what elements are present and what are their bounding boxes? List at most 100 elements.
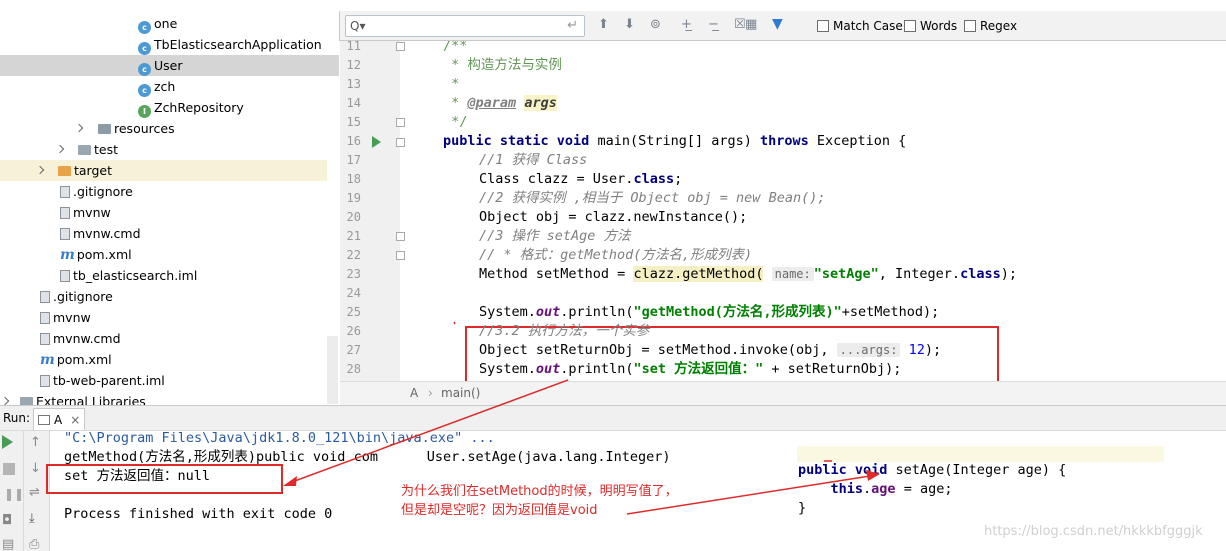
code-line-15: */ xyxy=(443,113,467,132)
class-icon: c xyxy=(138,21,151,34)
tree-item-gitignore-root[interactable]: .gitignore xyxy=(40,286,113,307)
words-checkbox[interactable]: Words xyxy=(904,19,957,33)
tree-item-target[interactable]: target xyxy=(58,160,112,181)
toggle-multiline-icon[interactable]: ▦ xyxy=(745,17,757,32)
print-icon[interactable]: ⎙ xyxy=(29,537,39,551)
watermark: https://blog.csdn.net/hkkkbfgggjk xyxy=(984,524,1203,539)
tree-item-test[interactable]: test xyxy=(78,139,118,160)
file-icon xyxy=(40,333,50,345)
arrowhead-icon xyxy=(283,476,297,486)
match-case-label: Match Case xyxy=(833,19,903,33)
run-panel-header: Run: A × xyxy=(0,405,1226,431)
annotation-box-output xyxy=(46,464,283,494)
tree-item-pom-xml[interactable]: m pom.xml xyxy=(60,244,132,265)
file-icon xyxy=(60,228,70,240)
tree-item-label: mvnw.cmd xyxy=(53,331,121,346)
scroll-to-end-icon[interactable]: ⤓ xyxy=(29,511,35,526)
checkbox-box[interactable] xyxy=(817,20,829,32)
code-text: Object obj = clazz.newInstance(); xyxy=(479,209,748,225)
keyword: throws xyxy=(760,133,809,149)
keyword: class xyxy=(960,266,1001,282)
code-line-23: Method setMethod = clazz.getMethod( name… xyxy=(479,265,1017,284)
restore-layout-icon[interactable]: ▤ xyxy=(2,537,14,551)
tree-item-gitignore[interactable]: .gitignore xyxy=(60,181,133,202)
class-icon: c xyxy=(138,84,151,97)
find-bar: Q▾ ↵ ⬆ ⬇ ⊚ +̲ −̲ ☒ ▦ ▼ Match Case Words … xyxy=(339,11,1226,41)
search-input[interactable]: Q▾ ↵ xyxy=(345,15,585,37)
fold-marker-icon[interactable] xyxy=(396,138,405,147)
tree-item-zchrepository[interactable]: I ZchRepository xyxy=(138,97,244,118)
tree-item-mvnw-root[interactable]: mvnw xyxy=(40,307,91,328)
line-number: 16 xyxy=(346,134,361,148)
tree-item-mvnw[interactable]: mvnw xyxy=(60,202,111,223)
chevron-right-icon[interactable] xyxy=(74,123,84,133)
tree-item-zch[interactable]: c zch xyxy=(138,76,175,97)
code-line-28: System.out.println("set 方法返回值：" + setRet… xyxy=(479,360,901,379)
tree-item-label: tb_elasticsearch.iml xyxy=(73,268,198,283)
code-line-14: * @param args xyxy=(443,95,557,111)
soft-wrap-icon[interactable]: ⇌ xyxy=(29,485,40,500)
tree-item-pom-xml-root[interactable]: m pom.xml xyxy=(40,349,112,370)
tree-item-target-row[interactable] xyxy=(0,160,327,181)
fold-marker-icon[interactable] xyxy=(396,232,405,241)
tree-item-label: mvnw.cmd xyxy=(73,226,141,241)
folder-icon xyxy=(58,166,71,176)
console-icon xyxy=(38,415,50,425)
run-tab[interactable]: A × xyxy=(33,408,86,430)
camera-icon[interactable]: ◘ xyxy=(2,513,12,528)
fold-marker-icon[interactable] xyxy=(396,118,405,127)
arrow-up-icon[interactable]: ↑ xyxy=(30,435,41,450)
remove-occurrence-icon[interactable]: −̲ xyxy=(708,17,719,32)
chevron-right-icon[interactable] xyxy=(0,396,10,405)
breadcrumb-item-class[interactable]: A xyxy=(410,382,418,404)
code-text: System. xyxy=(479,304,536,320)
stop-icon[interactable] xyxy=(3,463,15,475)
pause-icon[interactable]: ❚❚ xyxy=(4,487,24,501)
tree-item-user[interactable]: c User xyxy=(0,55,339,76)
comment: //1 获得 Class xyxy=(479,152,588,168)
run-gutter-icon[interactable] xyxy=(372,136,381,148)
maven-icon: m xyxy=(60,247,75,263)
tree-item-tb-elasticsearch-iml[interactable]: tb_elasticsearch.iml xyxy=(60,265,197,286)
line-number: 12 xyxy=(346,58,361,72)
arrow-down-icon[interactable]: ⬇ xyxy=(624,17,635,32)
checkbox-box[interactable] xyxy=(904,20,916,32)
tree-item-resources[interactable]: resources xyxy=(98,118,175,139)
folder-icon xyxy=(78,145,91,155)
find-in-path-icon[interactable]: ⊚ xyxy=(650,17,661,32)
arrow-up-icon[interactable]: ⬆ xyxy=(598,17,609,32)
tree-item-one[interactable]: c one xyxy=(138,13,177,34)
line-number: 13 xyxy=(346,77,361,91)
tree-item-label: User xyxy=(154,58,183,73)
tree-scrollbar[interactable] xyxy=(327,336,338,404)
tree-item-label: ZchRepository xyxy=(154,100,244,115)
search-icon[interactable]: Q▾ xyxy=(350,19,365,33)
tree-item-label: test xyxy=(94,142,119,157)
close-icon[interactable]: × xyxy=(70,413,80,427)
tree-item-mvnw-cmd[interactable]: mvnw.cmd xyxy=(60,223,141,244)
tree-item-tb-web-parent-iml[interactable]: tb-web-parent.iml xyxy=(40,370,165,391)
fold-marker-icon[interactable] xyxy=(396,42,405,51)
comment: //2 获得实例 ,相当于 Object obj = new Bean(); xyxy=(479,190,826,206)
snippet-highlight xyxy=(797,446,1164,462)
arrow-down-icon[interactable]: ↓ xyxy=(30,461,41,476)
code-text: setAge(Integer age) { xyxy=(887,462,1067,478)
line-number: 26 xyxy=(346,324,361,338)
code-text: ); xyxy=(1000,266,1017,282)
chevron-right-icon[interactable] xyxy=(55,144,65,154)
regex-checkbox[interactable]: Regex xyxy=(964,19,1017,33)
tree-item-label: zch xyxy=(154,79,176,94)
tree-item-tbelasticsearchapplication[interactable]: c TbElasticsearchApplication xyxy=(138,34,322,55)
checkbox-box[interactable] xyxy=(964,20,976,32)
select-all-occurrences-icon[interactable]: ☒ xyxy=(734,17,746,32)
code-text: Class clazz = User. xyxy=(479,171,634,187)
tree-item-external-libraries[interactable]: External Libraries xyxy=(20,391,146,405)
add-occurrence-icon[interactable]: +̲ xyxy=(681,17,692,32)
breadcrumb-item-method[interactable]: main() xyxy=(441,382,480,404)
tree-item-mvnw-cmd-root[interactable]: mvnw.cmd xyxy=(40,328,121,349)
fold-marker-icon[interactable] xyxy=(396,251,405,260)
match-case-checkbox[interactable]: Match Case xyxy=(817,19,903,33)
filter-icon[interactable]: ▼ xyxy=(772,16,783,32)
rerun-icon[interactable] xyxy=(2,435,13,449)
words-label: Words xyxy=(920,19,958,33)
